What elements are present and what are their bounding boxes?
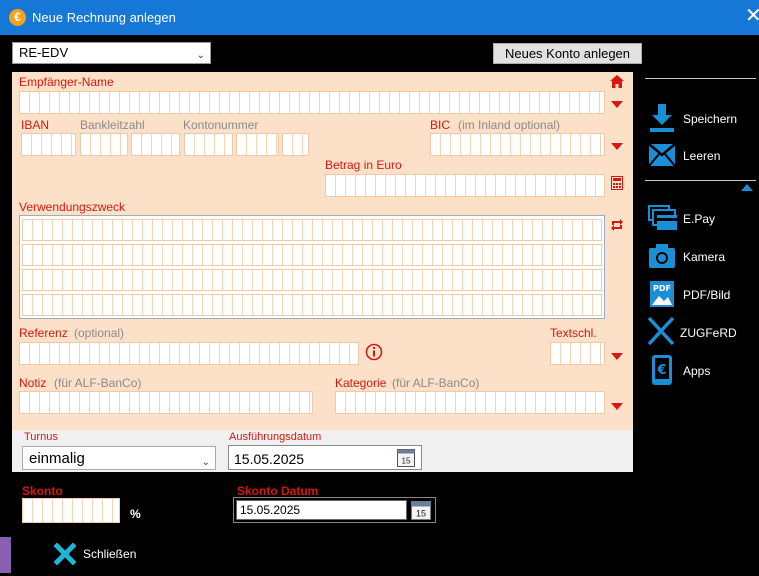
pdf-image-icon[interactable]: PDF <box>649 280 675 308</box>
close-button[interactable]: Schließen <box>83 547 136 561</box>
execution-date-label: Ausführungsdatum <box>229 431 322 443</box>
skonto-date-picker[interactable]: 15.05.2025 15 <box>233 497 436 523</box>
bic-input[interactable] <box>430 133 605 156</box>
skonto-date-label: Skonto Datum <box>237 484 319 498</box>
collapse-up-icon[interactable] <box>741 184 753 191</box>
chevron-down-icon: ⌄ <box>201 457 210 468</box>
konto-input-3[interactable] <box>282 133 309 156</box>
camera-icon[interactable] <box>648 243 676 269</box>
close-x-icon[interactable] <box>54 543 76 565</box>
note-hint: (für ALF-BanCo) <box>54 376 142 390</box>
epay-cards-icon[interactable] <box>648 205 678 231</box>
note-input[interactable] <box>19 391 313 414</box>
swap-icon[interactable] <box>610 218 624 232</box>
reference-label: Referenz <box>19 326 68 340</box>
execution-date-value: 15.05.2025 <box>234 451 305 467</box>
blz-input-1[interactable] <box>80 133 128 156</box>
clear-button[interactable]: Leeren <box>683 149 720 163</box>
execution-date-picker[interactable]: 15.05.2025 15 <box>228 445 422 470</box>
chevron-down-icon: ⌄ <box>196 50 205 61</box>
bic-label: BIC <box>430 118 451 132</box>
recipient-label: Empfänger-Name <box>19 75 114 89</box>
amount-input[interactable] <box>325 174 605 197</box>
reference-hint: (optional) <box>74 326 125 340</box>
sidebar-divider-top <box>645 78 756 79</box>
textkey-dropdown-icon[interactable] <box>611 353 623 360</box>
purpose-line-4[interactable] <box>22 294 602 316</box>
account-select[interactable]: RE-EDV ⌄ <box>12 42 211 64</box>
calendar-icon[interactable]: 15 <box>411 500 431 520</box>
note-label: Notiz <box>19 376 47 390</box>
konto-input-1[interactable] <box>184 133 233 156</box>
svg-text:15: 15 <box>416 509 426 519</box>
amount-label: Betrag in Euro <box>325 158 402 172</box>
purpose-line-2[interactable] <box>22 244 602 266</box>
turnus-label: Turnus <box>24 431 58 443</box>
euro-logo-icon: € <box>9 9 26 26</box>
skonto-date-value: 15.05.2025 <box>240 503 301 517</box>
turnus-select-value: einmalig <box>29 450 85 467</box>
category-input[interactable] <box>335 391 605 414</box>
textkey-input[interactable] <box>550 342 605 365</box>
zugferd-button[interactable]: ZUGFeRD <box>680 326 737 340</box>
window-title: Neue Rechnung anlegen <box>32 10 176 25</box>
zugferd-icon[interactable] <box>647 316 675 346</box>
svg-text:€: € <box>656 363 666 378</box>
apps-phone-icon[interactable]: € <box>651 354 673 386</box>
recipient-input[interactable] <box>19 91 605 114</box>
iban-country-input[interactable] <box>21 133 76 156</box>
purpose-label: Verwendungszweck <box>19 200 126 214</box>
camera-button[interactable]: Kamera <box>683 250 725 264</box>
apps-button[interactable]: Apps <box>683 364 710 378</box>
save-download-icon[interactable] <box>649 104 675 132</box>
reference-input[interactable] <box>19 342 359 365</box>
skonto-date-field: 15.05.2025 <box>236 500 407 520</box>
purpose-line-3[interactable] <box>22 269 602 291</box>
close-window-icon[interactable]: ✕ <box>745 5 759 27</box>
info-icon[interactable] <box>365 343 383 361</box>
textkey-label: Textschl. <box>550 326 597 340</box>
home-icon[interactable] <box>610 75 624 88</box>
category-label: Kategorie <box>335 376 387 390</box>
turnus-select[interactable]: einmalig ⌄ <box>22 446 216 470</box>
skonto-unit: % <box>130 507 141 521</box>
svg-text:PDF: PDF <box>653 284 671 293</box>
konto-input-2[interactable] <box>236 133 279 156</box>
purpose-line-1[interactable] <box>22 219 602 241</box>
bic-hint: (im Inland optional) <box>458 118 561 132</box>
new-account-button[interactable]: Neues Konto anlegen <box>493 43 642 64</box>
title-bar: € Neue Rechnung anlegen ✕ <box>0 0 759 35</box>
skonto-input[interactable] <box>22 498 120 523</box>
blz-input-2[interactable] <box>131 133 180 156</box>
save-button[interactable]: Speichern <box>683 112 737 126</box>
purpose-input[interactable] <box>19 215 605 319</box>
pdf-image-button[interactable]: PDF/Bild <box>683 288 730 302</box>
iban-label: IBAN <box>21 118 50 132</box>
sidebar-divider-mid <box>645 180 756 181</box>
skonto-label: Skonto <box>22 484 63 498</box>
bic-dropdown-icon[interactable] <box>611 143 623 150</box>
calendar-icon[interactable]: 15 <box>397 448 415 467</box>
category-hint: (für ALF-BanCo) <box>392 376 480 390</box>
epay-button[interactable]: E.Pay <box>683 212 715 226</box>
account-select-value: RE-EDV <box>19 45 69 60</box>
left-edge-strip <box>0 537 11 573</box>
calculator-icon[interactable] <box>611 176 623 190</box>
kontonummer-label: Kontonummer <box>183 118 259 132</box>
recipient-dropdown-icon[interactable] <box>611 101 623 108</box>
svg-text:15: 15 <box>402 457 411 466</box>
bankleitzahl-label: Bankleitzahl <box>80 118 145 132</box>
category-dropdown-icon[interactable] <box>611 403 623 410</box>
clear-mail-icon[interactable] <box>648 142 676 168</box>
